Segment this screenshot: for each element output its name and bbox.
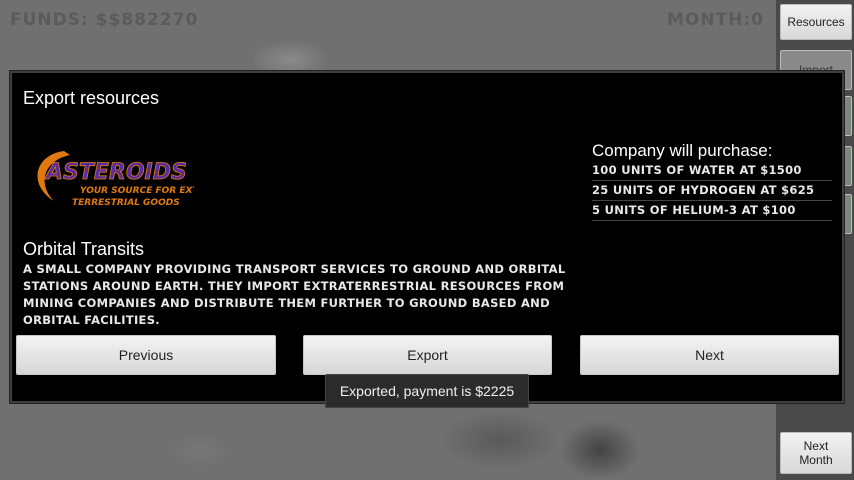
- company-description: A small company providing transport serv…: [23, 262, 566, 327]
- resources-button[interactable]: Resources: [780, 4, 852, 40]
- dialog-title: Export resources: [23, 88, 160, 108]
- purchase-item: 100 units of Water at $1500: [592, 161, 832, 181]
- logo-tagline-1: YOUR SOURCE FOR EXTRA-: [80, 186, 194, 196]
- funds-display: FUNDS: $$882270: [10, 10, 199, 30]
- logo-name: ASTEROIDS INC: [44, 160, 194, 185]
- export-dialog: Export resources ASTEROIDS INC YOUR SOUR…: [10, 71, 844, 403]
- purchase-heading: Company will purchase:: [592, 141, 773, 160]
- export-toast: Exported, payment is $2225: [325, 374, 529, 408]
- next-button[interactable]: Next: [580, 335, 839, 375]
- export-button[interactable]: Export: [303, 335, 552, 375]
- purchase-item: 25 units of Hydrogen at $625: [592, 181, 832, 201]
- purchase-item: 5 units of Helium-3 at $100: [592, 201, 832, 221]
- logo-tagline-2: TERRESTRIAL GOODS: [72, 198, 180, 208]
- previous-button[interactable]: Previous: [16, 335, 276, 375]
- company-name: Orbital Transits: [23, 239, 145, 259]
- company-logo: ASTEROIDS INC YOUR SOURCE FOR EXTRA- TER…: [37, 151, 194, 208]
- next-month-button[interactable]: Next Month: [780, 432, 852, 474]
- purchase-list: 100 units of Water at $1500 25 units of …: [592, 161, 832, 221]
- month-display: MONTH:0: [666, 10, 764, 30]
